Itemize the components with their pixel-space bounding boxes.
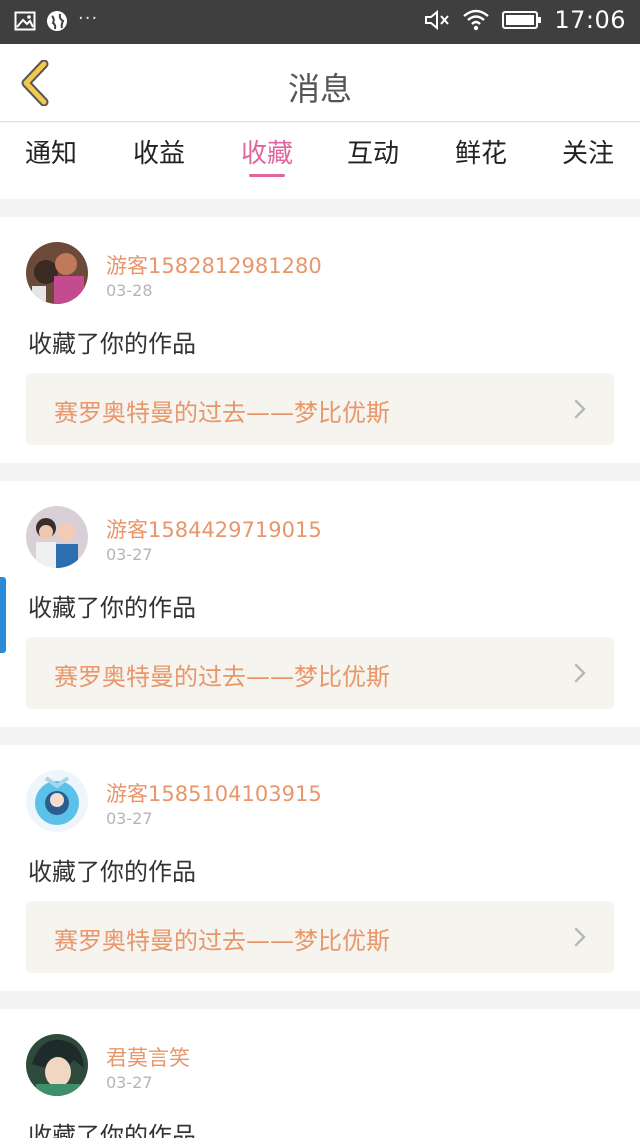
mute-icon [425, 9, 450, 31]
work-title: 赛罗奥特曼的过去——梦比优斯 [54, 399, 390, 427]
chevron-right-icon [574, 927, 586, 947]
user-avatar-anime [26, 770, 88, 832]
tab-interactions[interactable]: 互动 [323, 133, 423, 170]
app-header: 消息 [0, 44, 640, 122]
work-link[interactable]: 赛罗奥特曼的过去——梦比优斯 [26, 637, 614, 709]
chevron-right-icon [574, 663, 586, 683]
user-avatar-photo [26, 242, 88, 304]
chevron-right-icon [574, 399, 586, 419]
message-username[interactable]: 君莫言笑 [106, 1042, 190, 1072]
message-card: 游客1584429719015 03-27 收藏了你的作品 赛罗奥特曼的过去——… [0, 481, 640, 727]
work-title: 赛罗奥特曼的过去——梦比优斯 [54, 927, 390, 955]
battery-icon [502, 11, 542, 29]
tab-notifications[interactable]: 通知 [1, 133, 101, 170]
message-username[interactable]: 游客1582812981280 [106, 250, 322, 280]
avatar[interactable] [26, 506, 88, 568]
wifi-icon [463, 9, 490, 31]
message-action: 收藏了你的作品 [28, 594, 196, 622]
status-left-icons: ··· [14, 10, 98, 32]
user-avatar-photo [26, 506, 88, 568]
message-date: 03-27 [106, 545, 153, 564]
avatar[interactable] [26, 1034, 88, 1096]
active-tab-indicator [249, 174, 285, 177]
more-dots-icon: ··· [78, 8, 99, 29]
page-title: 消息 [287, 70, 352, 108]
status-right-icons: 17:06 [424, 6, 626, 34]
globe-icon [47, 11, 67, 31]
scroll-indicator [0, 577, 6, 653]
message-card: 游客1582812981280 03-28 收藏了你的作品 赛罗奥特曼的过去——… [0, 217, 640, 463]
message-action: 收藏了你的作品 [28, 1122, 196, 1138]
message-date: 03-28 [106, 281, 153, 300]
tab-earnings[interactable]: 收益 [109, 133, 209, 170]
message-action: 收藏了你的作品 [28, 858, 196, 886]
image-icon [14, 11, 36, 31]
tab-follows[interactable]: 关注 [538, 133, 638, 170]
avatar[interactable] [26, 242, 88, 304]
message-action: 收藏了你的作品 [28, 330, 196, 358]
status-bar: ··· 17:06 [0, 0, 640, 44]
message-username[interactable]: 游客1584429719015 [106, 514, 322, 544]
user-avatar-anime [26, 1034, 88, 1096]
message-card: 君莫言笑 03-27 收藏了你的作品 [0, 1009, 640, 1138]
message-date: 03-27 [106, 1073, 153, 1092]
work-link[interactable]: 赛罗奥特曼的过去——梦比优斯 [26, 901, 614, 973]
tab-bar: 通知 收益 收藏 互动 鲜花 关注 [0, 123, 640, 199]
tab-flowers[interactable]: 鲜花 [431, 133, 531, 170]
message-username[interactable]: 游客1585104103915 [106, 778, 322, 808]
tab-favorites[interactable]: 收藏 [217, 133, 317, 170]
work-link[interactable]: 赛罗奥特曼的过去——梦比优斯 [26, 373, 614, 445]
message-date: 03-27 [106, 809, 153, 828]
work-title: 赛罗奥特曼的过去——梦比优斯 [54, 663, 390, 691]
status-time: 17:06 [554, 6, 626, 34]
avatar[interactable] [26, 770, 88, 832]
message-card: 游客1585104103915 03-27 收藏了你的作品 赛罗奥特曼的过去——… [0, 745, 640, 991]
